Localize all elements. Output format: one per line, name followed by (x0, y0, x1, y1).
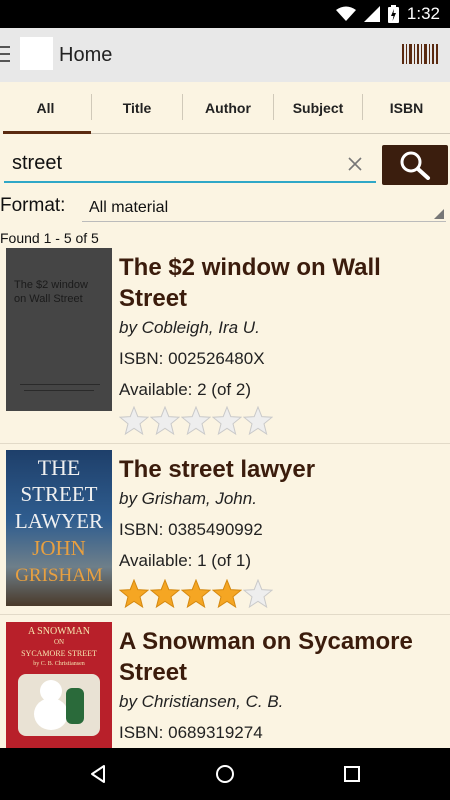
book-cover[interactable]: The $2 window on Wall Street (6, 248, 112, 411)
signal-icon (363, 6, 380, 22)
book-isbn: ISBN: 0689319274 (119, 723, 263, 742)
status-icons: 1:32 (335, 4, 440, 24)
book-author: by Grisham, John. (119, 489, 257, 508)
status-time: 1:32 (406, 4, 440, 23)
book-cover[interactable]: THE STREET LAWYER JOHN GRISHAM (6, 450, 112, 606)
navigation-bar (0, 748, 450, 800)
star-empty-icon (150, 406, 180, 436)
cover-text: ON (53, 638, 65, 646)
results-count: Found 1 - 5 of 5 (0, 230, 99, 246)
barcode-icon[interactable] (402, 44, 438, 64)
cover-text: on Wall Street (14, 293, 83, 305)
back-icon[interactable] (86, 762, 110, 786)
book-author: by Cobleigh, Ira U. (119, 318, 260, 337)
tab-title[interactable]: Title (92, 82, 182, 134)
cover-text: STREET (20, 482, 98, 506)
app-bar: Home (0, 28, 450, 82)
star-filled-icon (150, 579, 180, 609)
home-icon[interactable] (213, 762, 237, 786)
star-empty-icon (119, 406, 149, 436)
cover-text: JOHN (32, 536, 86, 560)
tab-isbn[interactable]: ISBN (363, 82, 450, 134)
book-isbn: ISBN: 002526480X (119, 349, 265, 368)
search-icon (400, 151, 430, 180)
star-filled-icon (119, 579, 149, 609)
cover-text: A SNOWMAN (28, 626, 90, 637)
cover-text: THE (37, 455, 81, 480)
star-empty-icon (243, 579, 273, 609)
results-list: The $2 window on Wall Street The $2 wind… (0, 245, 450, 748)
book-isbn: ISBN: 0385490992 (119, 520, 263, 539)
search-tabs: All Title Author Subject ISBN (0, 82, 450, 134)
wifi-icon (335, 6, 356, 21)
rating-stars (119, 579, 273, 609)
star-filled-icon (212, 579, 242, 609)
search-row (0, 145, 450, 187)
book-title[interactable]: The $2 window on Wall Street (119, 252, 444, 314)
format-value: All material (89, 199, 169, 216)
book-availability: Available: 1 (of 1) (119, 551, 251, 570)
cover-text: SYCAMORE STREET (21, 649, 97, 658)
list-item[interactable]: A SNOWMAN ON SYCAMORE STREET by C. B. Ch… (0, 615, 450, 748)
book-title[interactable]: A Snowman on Sycamore Street (119, 626, 444, 688)
close-icon[interactable] (346, 155, 364, 173)
search-input[interactable] (4, 145, 376, 183)
list-item[interactable]: The $2 window on Wall Street The $2 wind… (0, 245, 450, 444)
battery-icon (387, 5, 399, 23)
recents-icon[interactable] (340, 762, 364, 786)
cover-text: The $2 window (14, 279, 88, 291)
book-cover[interactable]: A SNOWMAN ON SYCAMORE STREET by C. B. Ch… (6, 622, 112, 748)
book-title[interactable]: The street lawyer (119, 454, 444, 485)
format-label: Format: (0, 195, 66, 216)
tab-subject[interactable]: Subject (274, 82, 362, 134)
cover-text: by C. B. Christiansen (33, 661, 85, 667)
search-button[interactable] (382, 145, 448, 185)
rating-stars (119, 406, 273, 436)
tab-selected-indicator (3, 131, 91, 134)
star-empty-icon (181, 406, 211, 436)
book-availability: Available: 2 (of 2) (119, 380, 251, 399)
tab-all[interactable]: All (0, 82, 91, 134)
star-filled-icon (181, 579, 211, 609)
app-logo[interactable] (20, 37, 53, 70)
cover-text: GRISHAM (15, 565, 103, 586)
list-item[interactable]: THE STREET LAWYER JOHN GRISHAM The stree… (0, 444, 450, 615)
hamburger-icon[interactable] (0, 46, 12, 64)
format-row: Format: All material (0, 192, 450, 224)
dropdown-arrow-icon (434, 209, 444, 219)
book-author: by Christiansen, C. B. (119, 692, 284, 711)
tab-author[interactable]: Author (183, 82, 273, 134)
star-empty-icon (212, 406, 242, 436)
cover-text: LAWYER (14, 509, 104, 533)
page-title: Home (59, 44, 113, 66)
status-bar: 1:32 (0, 0, 450, 28)
format-select[interactable]: All material (82, 192, 446, 222)
star-empty-icon (243, 406, 273, 436)
